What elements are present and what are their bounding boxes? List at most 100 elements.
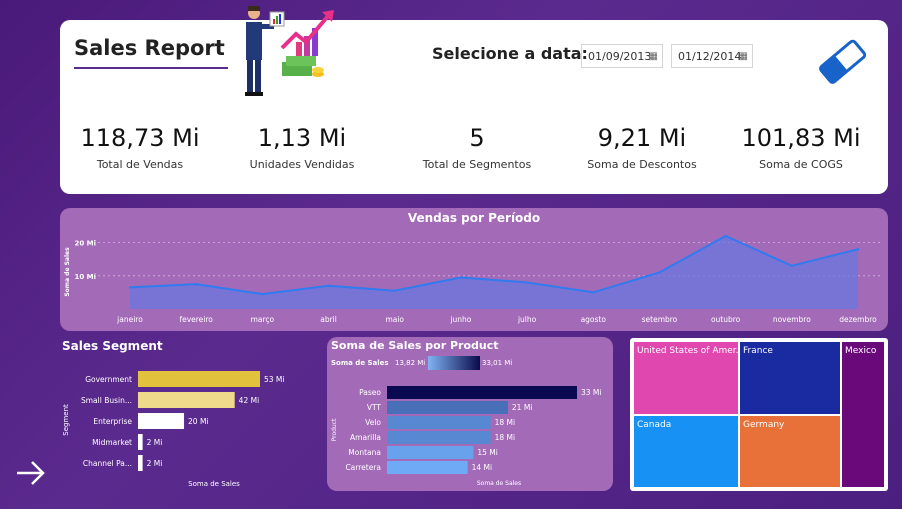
x-tick-label: março (251, 315, 275, 324)
data-point (592, 291, 595, 294)
segment-bar (138, 434, 143, 450)
data-point (724, 234, 727, 238)
product-bar (387, 446, 474, 459)
kpi-unidades-vendidas: 1,13 Mi Unidades Vendidas (222, 124, 382, 171)
treemap-tile-germany[interactable]: Germany (740, 416, 840, 487)
segment-x-axis-label: Soma de Sales (188, 480, 240, 488)
arrow-right-icon[interactable] (14, 456, 48, 490)
product-category-label: Montana (348, 448, 381, 457)
product-value-label: 18 Mi (495, 418, 515, 427)
treemap-tile-canada[interactable]: Canada (634, 416, 738, 487)
product-bar (387, 386, 577, 399)
calendar-icon[interactable]: ▦ (649, 45, 658, 69)
kpi-value: 9,21 Mi (597, 124, 687, 152)
sales-by-product-chart[interactable]: Soma de Sales 13,82 Mi 33,01 Mi Product … (327, 337, 613, 491)
title-underline (74, 67, 228, 69)
product-value-label: 14 Mi (472, 463, 492, 472)
segment-bar (138, 371, 260, 387)
segment-category-label: Government (85, 375, 132, 384)
legend-min: 13,82 Mi (395, 359, 425, 367)
product-value-label: 15 Mi (477, 448, 497, 457)
product-category-label: Carretera (345, 463, 381, 472)
treemap-tile-united-states[interactable]: United States of Amer... (634, 342, 738, 414)
product-bar (387, 461, 468, 474)
calendar-icon[interactable]: ▦ (739, 45, 748, 69)
treemap-label: France (743, 346, 773, 356)
kpi-value: 101,83 Mi (741, 124, 861, 152)
segment-value-label: 53 Mi (264, 375, 284, 384)
treemap-tile-france[interactable]: France (740, 342, 840, 414)
sales-by-period-chart[interactable]: Soma de Sales 10 Mi 20 Mi janeiro fevereiro… (60, 208, 888, 331)
kpi-soma-cogs: 101,83 Mi Soma de COGS (721, 124, 881, 171)
legend-gradient (428, 356, 480, 370)
segment-category-label: Channel Pa... (83, 459, 132, 468)
product-category-label: Amarilla (350, 433, 381, 442)
date-end-value: 01/12/2014 (678, 50, 742, 63)
product-bar (387, 416, 491, 429)
kpi-label: Soma de COGS (759, 158, 843, 171)
data-point (393, 289, 396, 292)
product-axis-label: Product (331, 418, 338, 441)
product-bar (387, 401, 508, 414)
x-tick-label: julho (517, 315, 537, 324)
kpi-label: Soma de Descontos (587, 158, 697, 171)
kpi-total-vendas: 118,73 Mi Total de Vendas (60, 124, 220, 171)
date-end-input[interactable]: 01/12/2014 ▦ (671, 44, 753, 68)
sales-segment-title: Sales Segment (62, 339, 163, 353)
data-point (459, 276, 463, 279)
kpi-value: 118,73 Mi (80, 124, 200, 152)
sales-segment-chart[interactable]: Segment Soma de Sales Government 53 Mi Sma… (56, 356, 316, 496)
segment-bar (138, 392, 235, 408)
x-tick-label: janeiro (116, 315, 143, 324)
date-start-input[interactable]: 01/09/2013 ▦ (581, 44, 663, 68)
segment-value-label: 42 Mi (239, 396, 259, 405)
x-tick-label: dezembro (839, 315, 877, 324)
product-value-label: 18 Mi (495, 433, 515, 442)
treemap-tile-mexico[interactable]: Mexico (842, 342, 884, 487)
treemap-label: Mexico (845, 346, 877, 356)
legend-title: Soma de Sales (331, 359, 389, 367)
product-category-label: Paseo (359, 388, 381, 397)
kpi-soma-descontos: 9,21 Mi Soma de Descontos (562, 124, 722, 171)
product-x-axis-label: Soma de Sales (477, 480, 521, 487)
x-tick-label: fevereiro (179, 315, 213, 324)
date-start-value: 01/09/2013 (588, 50, 652, 63)
segment-value-label: 2 Mi (147, 438, 163, 447)
segment-axis-label: Segment (62, 404, 70, 436)
product-value-label: 21 Mi (512, 403, 532, 412)
segment-bar (138, 455, 143, 471)
kpi-card: Sales Report Selecione a data: 01/09/201… (60, 6, 888, 194)
segment-category-label: Enterprise (93, 417, 132, 426)
segment-category-label: Midmarket (92, 438, 132, 447)
page-title: Sales Report (74, 36, 225, 60)
data-point (128, 286, 132, 289)
treemap-label: Germany (743, 420, 785, 430)
product-bar (387, 431, 491, 444)
segment-category-label: Small Busin... (81, 396, 132, 405)
country-treemap[interactable]: United States of Amer... France Mexico C… (630, 338, 888, 491)
data-point (658, 271, 661, 274)
data-point (790, 264, 794, 268)
x-tick-label: junho (449, 315, 471, 324)
y-tick-label: 20 Mi (74, 240, 96, 248)
segment-value-label: 20 Mi (188, 417, 208, 426)
treemap-label: Canada (637, 420, 672, 430)
product-value-label: 33 Mi (581, 388, 601, 397)
data-point (327, 284, 330, 287)
data-point (525, 281, 529, 284)
y-tick-label: 10 Mi (74, 273, 96, 281)
data-point (194, 282, 198, 286)
kpi-label: Unidades Vendidas (249, 158, 355, 171)
x-tick-label: maio (385, 315, 404, 324)
kpi-total-segmentos: 5 Total de Segmentos (397, 124, 557, 171)
businessman-chart-illustration (245, 6, 334, 96)
kpi-value: 1,13 Mi (257, 124, 347, 152)
x-tick-label: agosto (581, 315, 607, 324)
kpi-value: 5 (469, 124, 485, 152)
x-tick-label: outubro (711, 315, 741, 324)
data-point (261, 292, 264, 296)
x-tick-label: setembro (642, 315, 678, 324)
treemap-label: United States of Amer... (637, 346, 738, 356)
x-tick-label: abril (320, 315, 337, 324)
eraser-icon[interactable] (814, 38, 870, 84)
